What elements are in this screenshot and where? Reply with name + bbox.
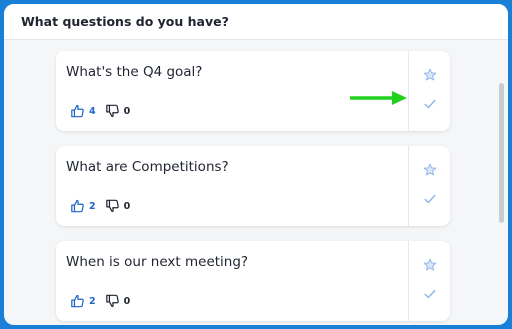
scrollbar-thumb[interactable] [499,83,504,223]
panel-header: What questions do you have? [4,4,508,40]
mark-answered-button[interactable] [422,191,438,207]
upvote-count: 2 [89,295,96,307]
question-actions [408,241,450,321]
thumbs-down-icon [105,199,119,213]
question-text: When is our next meeting? [66,254,249,270]
question-card-body: When is our next meeting? 2 0 [56,241,408,321]
question-actions [408,51,450,131]
downvote-button[interactable]: 0 [105,199,131,213]
favorite-button[interactable] [422,67,438,83]
downvote-count: 0 [123,200,131,212]
upvote-button[interactable]: 2 [70,199,96,213]
star-icon [423,68,437,81]
upvote-button[interactable]: 4 [70,104,96,118]
favorite-button[interactable] [422,257,438,273]
question-actions [408,146,450,226]
vote-controls: 2 0 [70,199,139,213]
vote-controls: 4 0 [70,104,139,118]
questions-panel: What questions do you have? What's the Q… [4,4,508,325]
question-text: What's the Q4 goal? [66,64,203,80]
panel-title: What questions do you have? [21,14,229,29]
questions-list[interactable]: What's the Q4 goal? 4 0 What are Competi… [4,41,508,325]
thumbs-down-icon [105,104,119,118]
thumbs-up-icon [71,199,84,213]
question-card-body: What are Competitions? 2 0 [56,146,408,226]
star-icon [423,258,437,271]
downvote-button[interactable]: 0 [105,104,131,118]
check-icon [424,99,436,109]
star-icon [423,163,437,176]
question-card[interactable]: When is our next meeting? 2 0 [56,241,450,321]
vote-controls: 2 0 [70,294,139,308]
question-text: What are Competitions? [66,159,229,175]
mark-answered-button[interactable] [422,286,438,302]
thumbs-down-icon [105,294,119,308]
check-icon [424,289,436,299]
thumbs-up-icon [71,294,84,308]
mark-answered-button[interactable] [422,96,438,112]
thumbs-up-icon [71,104,84,118]
check-icon [424,194,436,204]
upvote-button[interactable]: 2 [70,294,96,308]
favorite-button[interactable] [422,162,438,178]
downvote-count: 0 [123,295,131,307]
downvote-count: 0 [123,105,131,117]
arrow-right-icon [350,91,407,105]
upvote-count: 2 [89,200,96,212]
upvote-count: 4 [89,105,96,117]
downvote-button[interactable]: 0 [105,294,131,308]
question-card[interactable]: What are Competitions? 2 0 [56,146,450,226]
